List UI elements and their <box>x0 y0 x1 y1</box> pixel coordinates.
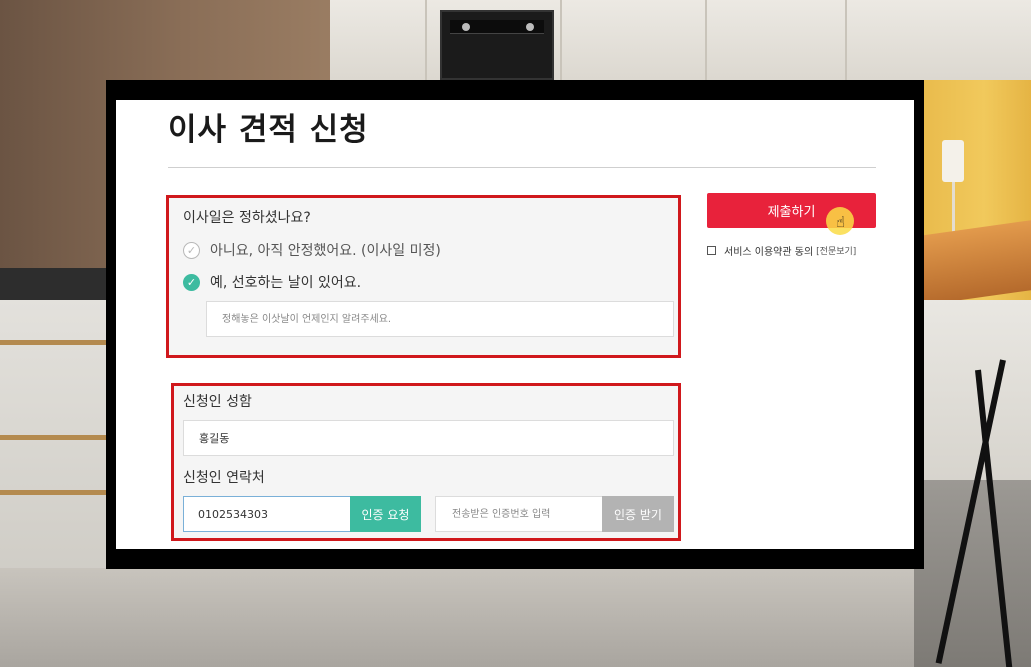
applicant-name-input[interactable] <box>183 420 674 456</box>
option-date-undecided[interactable]: ✓ 아니요, 아직 안정했어요. (이사일 미정) <box>183 240 441 260</box>
move-date-question: 이사일은 정하셨나요? <box>183 210 311 226</box>
receive-verification-button[interactable]: 인증 받기 <box>602 496 674 532</box>
applicant-phone-input[interactable] <box>183 496 351 532</box>
move-date-input[interactable] <box>206 301 674 337</box>
check-circle-icon: ✓ <box>183 273 200 291</box>
option-date-preferred[interactable]: ✓ 예, 선호하는 날이 있어요. <box>183 272 361 292</box>
terms-agreement[interactable]: 서비스 이용약관 동의 [전문보기] <box>707 243 856 258</box>
terms-checkbox[interactable] <box>707 246 716 255</box>
terms-label: 서비스 이용약관 동의 <box>724 247 814 258</box>
option-label: 예, 선호하는 날이 있어요. <box>210 275 362 291</box>
check-circle-icon: ✓ <box>183 241 200 259</box>
applicant-phone-label: 신청인 연락처 <box>183 470 265 486</box>
page-title: 이사 견적 신청 <box>168 112 369 148</box>
option-label: 아니요, 아직 안정했어요. (이사일 미정) <box>210 243 441 259</box>
hand-cursor-icon: ☝ <box>836 213 846 231</box>
title-divider <box>168 167 876 168</box>
verification-code-input[interactable] <box>435 496 603 532</box>
request-verification-button[interactable]: 인증 요청 <box>350 496 421 532</box>
view-terms-link[interactable]: [전문보기] <box>816 244 856 257</box>
applicant-name-label: 신청인 성함 <box>183 394 252 410</box>
